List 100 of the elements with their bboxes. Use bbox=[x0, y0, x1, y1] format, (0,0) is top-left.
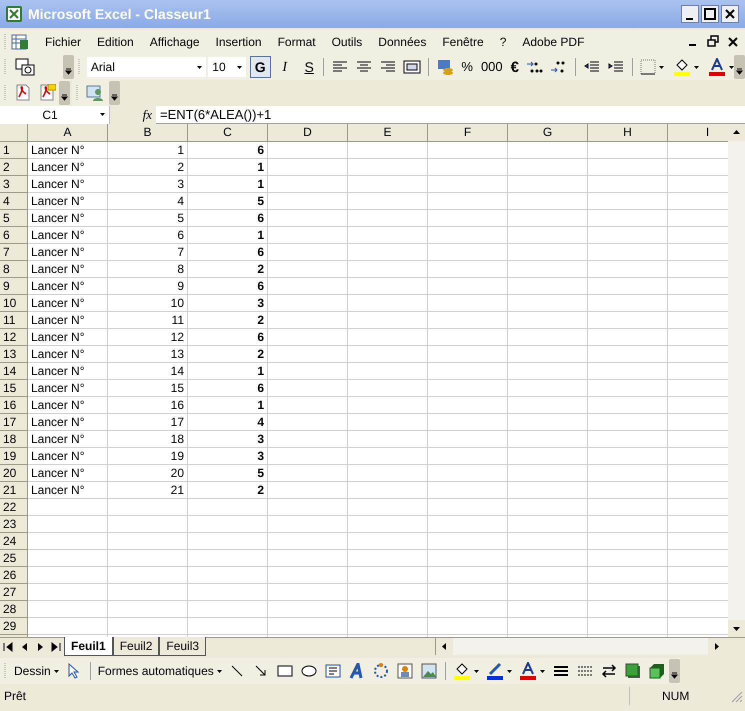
horizontal-scrollbar[interactable] bbox=[435, 638, 725, 655]
menu-item[interactable]: Fenêtre bbox=[434, 33, 492, 51]
row-header[interactable]: 7 bbox=[0, 244, 27, 261]
merge-center-icon[interactable] bbox=[403, 59, 422, 75]
caret-icon[interactable] bbox=[728, 66, 734, 68]
menu-item[interactable]: Fichier bbox=[37, 33, 90, 51]
insert-function-button[interactable]: fx bbox=[110, 104, 156, 124]
toolbar-grip-icon[interactable] bbox=[4, 84, 7, 102]
euro-button[interactable]: € bbox=[506, 57, 523, 77]
row-header[interactable]: 19 bbox=[0, 448, 27, 465]
row-header[interactable]: 28 bbox=[0, 601, 27, 618]
column-header[interactable]: E bbox=[348, 124, 428, 142]
caret-icon[interactable] bbox=[694, 66, 699, 68]
font-color-icon[interactable] bbox=[708, 58, 726, 76]
sheet-tab[interactable]: Feuil2 bbox=[112, 637, 160, 656]
text-box-icon[interactable] bbox=[324, 663, 341, 679]
menu-item[interactable]: Adobe PDF bbox=[514, 33, 592, 51]
close-button[interactable] bbox=[721, 5, 739, 23]
clip-art-icon[interactable] bbox=[396, 663, 413, 679]
sheet-tab[interactable]: Feuil3 bbox=[159, 637, 206, 656]
row-header[interactable]: 13 bbox=[0, 346, 27, 363]
maximize-button[interactable] bbox=[701, 5, 719, 23]
row-header[interactable]: 24 bbox=[0, 533, 27, 550]
column-header[interactable]: G bbox=[508, 124, 588, 142]
row-header[interactable]: 5 bbox=[0, 210, 27, 227]
menu-item[interactable]: Outils bbox=[324, 33, 370, 51]
percent-style-button[interactable]: % bbox=[457, 57, 477, 77]
row-header[interactable]: 23 bbox=[0, 516, 27, 533]
draw-menu-button[interactable]: Dessin bbox=[11, 662, 62, 680]
menu-item[interactable]: Affichage bbox=[142, 33, 208, 51]
oval-icon[interactable] bbox=[300, 663, 317, 679]
wordart-icon[interactable] bbox=[348, 663, 365, 679]
workbook-icon[interactable] bbox=[11, 34, 29, 50]
row-header[interactable]: 3 bbox=[0, 176, 27, 193]
thousands-style-button[interactable]: 000 bbox=[476, 57, 507, 77]
row-header[interactable]: 17 bbox=[0, 414, 27, 431]
menu-item[interactable]: Insertion bbox=[208, 33, 270, 51]
caret-icon[interactable] bbox=[658, 66, 664, 68]
line-color-icon[interactable] bbox=[486, 662, 504, 680]
column-header[interactable]: C bbox=[188, 124, 268, 142]
row-header[interactable]: 15 bbox=[0, 380, 27, 397]
row-header[interactable]: 11 bbox=[0, 312, 27, 329]
column-header[interactable]: F bbox=[428, 124, 508, 142]
toolbar-grip-icon[interactable] bbox=[76, 84, 79, 102]
toolbar-grip-icon[interactable] bbox=[78, 58, 81, 76]
row-header[interactable]: 12 bbox=[0, 329, 27, 346]
pdf-comment-icon[interactable] bbox=[38, 84, 56, 102]
fill-color-icon[interactable] bbox=[452, 662, 471, 680]
font-name-field[interactable]: Arial bbox=[86, 57, 206, 77]
column-header[interactable]: B bbox=[108, 124, 188, 142]
toolbar-options-icon[interactable] bbox=[668, 659, 680, 683]
row-header[interactable]: 2 bbox=[0, 159, 27, 176]
toolbar-options-icon[interactable] bbox=[734, 55, 745, 79]
menu-item[interactable]: Format bbox=[270, 33, 324, 51]
arrow-style-icon[interactable] bbox=[600, 663, 617, 679]
toolbar-grip-icon[interactable] bbox=[4, 33, 7, 51]
toolbar-grip-icon[interactable] bbox=[4, 662, 7, 680]
toolbar-options-icon[interactable] bbox=[59, 81, 70, 105]
column-header[interactable]: A bbox=[28, 124, 108, 142]
caret-icon[interactable] bbox=[540, 670, 545, 672]
row-header[interactable]: 26 bbox=[0, 567, 27, 584]
column-header[interactable]: D bbox=[268, 124, 348, 142]
shadow-style-icon[interactable] bbox=[624, 663, 641, 679]
row-header[interactable]: 21 bbox=[0, 482, 27, 499]
row-header[interactable]: 8 bbox=[0, 261, 27, 278]
restore-workbook-button[interactable] bbox=[705, 34, 721, 50]
borders-icon[interactable] bbox=[640, 59, 656, 75]
row-header[interactable]: 4 bbox=[0, 193, 27, 210]
row-header[interactable]: 29 bbox=[0, 618, 27, 635]
select-pointer-icon[interactable] bbox=[66, 663, 81, 679]
increase-decimal-icon[interactable] bbox=[526, 59, 544, 75]
row-header[interactable]: 20 bbox=[0, 465, 27, 482]
image-icon[interactable] bbox=[420, 663, 437, 679]
row-header[interactable]: 9 bbox=[0, 278, 27, 295]
row-header[interactable]: 22 bbox=[0, 499, 27, 516]
minimize-button[interactable] bbox=[681, 5, 699, 23]
italic-button[interactable]: I bbox=[274, 56, 295, 78]
caret-icon[interactable] bbox=[236, 66, 242, 68]
row-header[interactable]: 10 bbox=[0, 295, 27, 312]
formula-field[interactable]: =ENT(6*ALEA())+1 bbox=[156, 104, 745, 124]
row-header[interactable]: 16 bbox=[0, 397, 27, 414]
caret-icon[interactable] bbox=[100, 113, 105, 116]
toolbar-options-icon[interactable] bbox=[62, 55, 74, 79]
row-header[interactable]: 27 bbox=[0, 584, 27, 601]
column-header[interactable]: I bbox=[668, 124, 728, 142]
toolbar-grip-icon[interactable] bbox=[4, 58, 7, 76]
caret-icon[interactable] bbox=[474, 670, 479, 672]
resize-grip-icon[interactable] bbox=[729, 689, 743, 703]
font-size-field[interactable]: 10 bbox=[208, 57, 246, 77]
font-color-icon[interactable] bbox=[518, 662, 537, 680]
line-icon[interactable] bbox=[228, 663, 245, 679]
sheet-tab[interactable]: Feuil1 bbox=[64, 637, 113, 656]
menu-item[interactable]: Données bbox=[370, 33, 434, 51]
3d-style-icon[interactable] bbox=[648, 663, 665, 679]
row-header[interactable]: 1 bbox=[0, 142, 27, 159]
row-header[interactable]: 14 bbox=[0, 363, 27, 380]
row-header[interactable]: 18 bbox=[0, 431, 27, 448]
fill-color-icon[interactable] bbox=[672, 58, 691, 76]
column-header[interactable]: H bbox=[588, 124, 668, 142]
pdf-icon[interactable] bbox=[14, 84, 32, 102]
